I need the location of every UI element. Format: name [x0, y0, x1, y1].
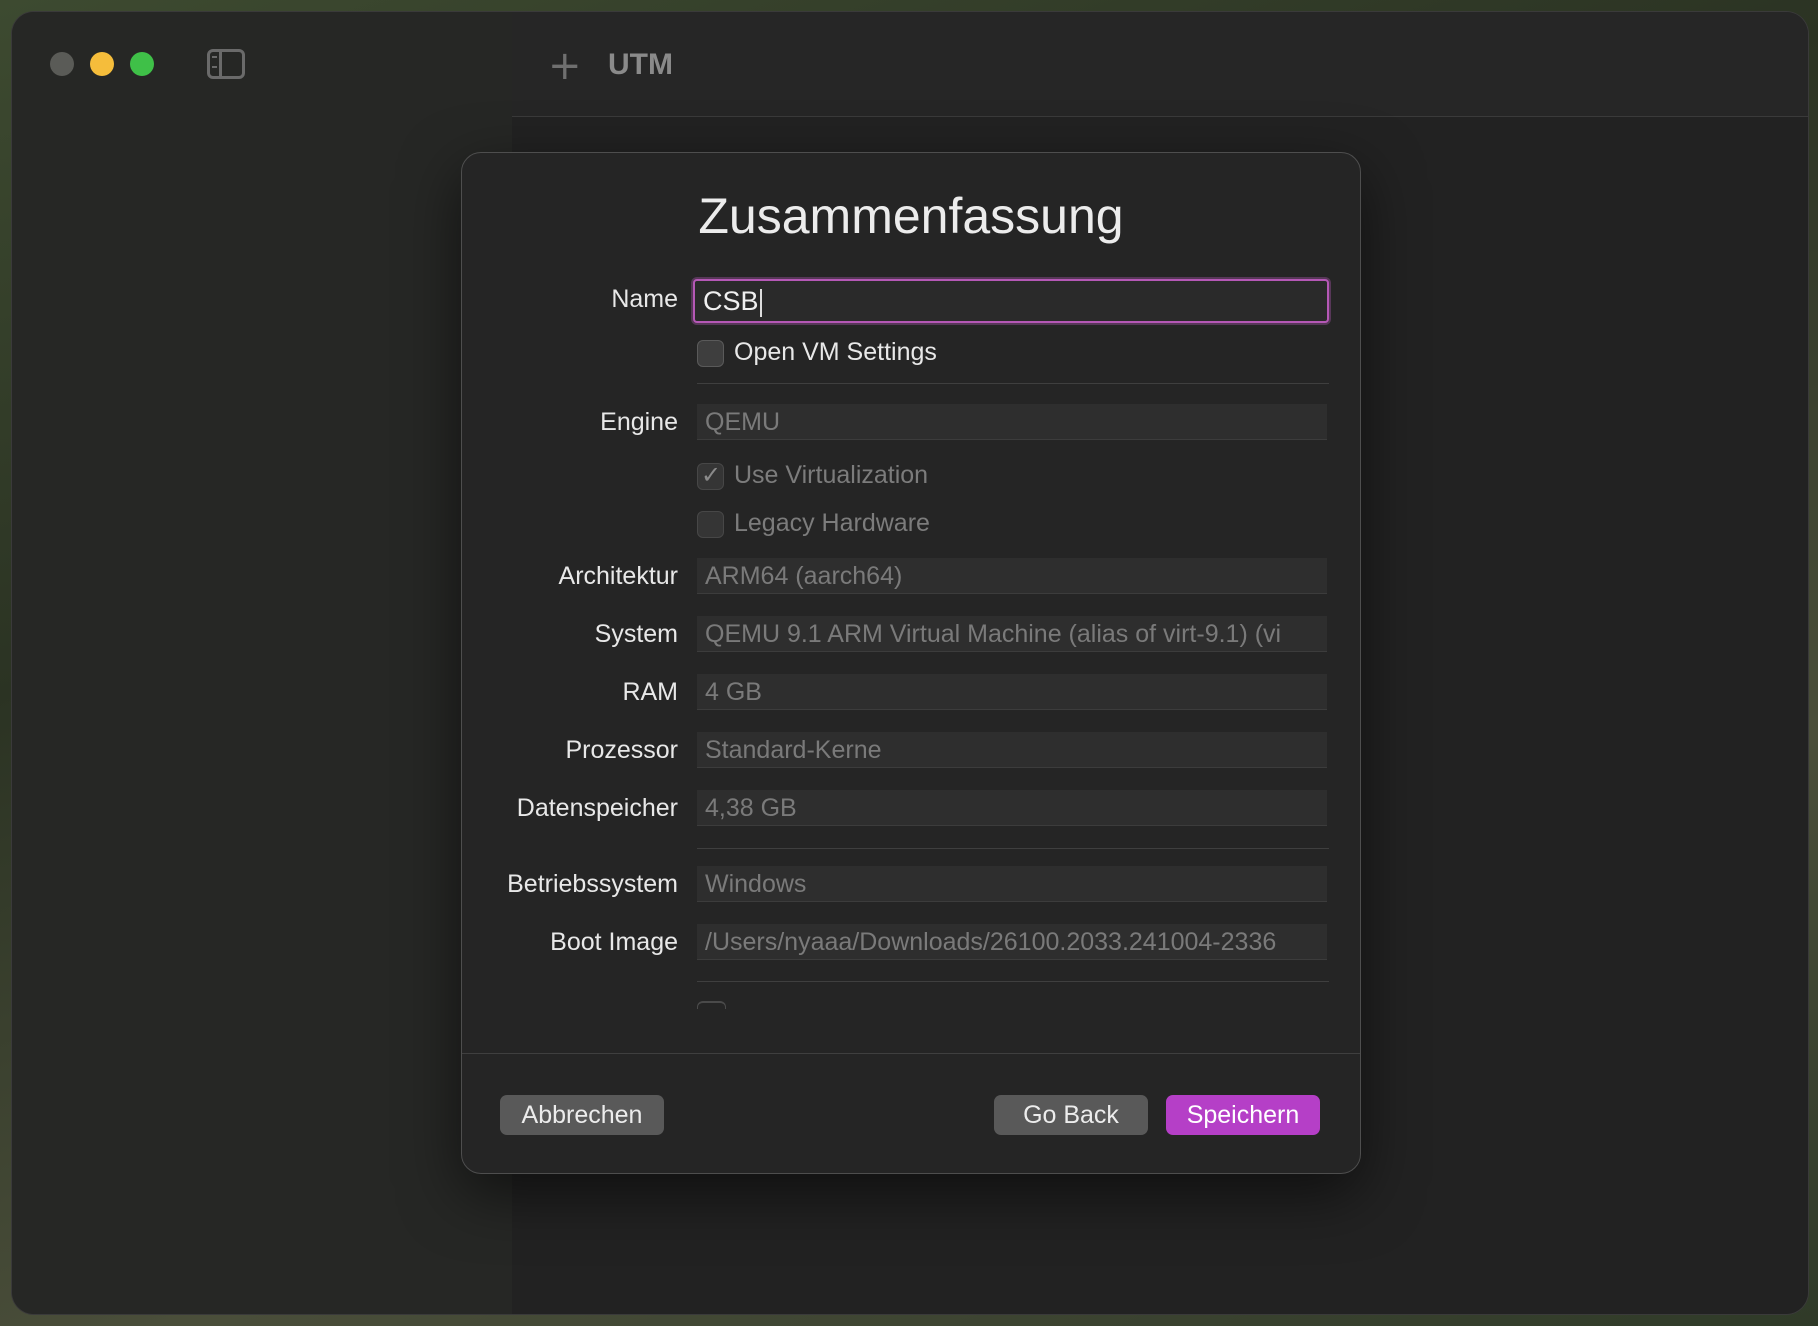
name-label: Name — [611, 285, 678, 313]
name-input[interactable]: CSB — [693, 279, 1329, 323]
app-title: UTM — [608, 48, 673, 81]
sidebar-toggle-icon[interactable] — [207, 49, 245, 79]
architecture-label: Architektur — [558, 562, 678, 590]
sidebar — [12, 12, 513, 1314]
storage-field: 4,38 GB — [697, 790, 1327, 826]
engine-field: QEMU — [697, 404, 1327, 440]
minimize-window-button[interactable] — [90, 52, 114, 76]
window-controls — [50, 52, 154, 76]
go-back-button[interactable]: Go Back — [994, 1095, 1148, 1135]
name-input-value: CSB — [703, 286, 759, 316]
open-vm-settings-label[interactable]: Open VM Settings — [734, 338, 937, 367]
text-caret — [759, 288, 762, 317]
use-virtualization-checkbox: ✓ — [697, 462, 724, 490]
system-label: System — [594, 620, 678, 648]
checkmark-icon: ✓ — [701, 462, 722, 489]
divider — [697, 383, 1329, 384]
boot-image-field: /Users/nyaaa/Downloads/26100.2033.241004… — [697, 924, 1327, 960]
ram-field: 4 GB — [697, 674, 1327, 710]
close-window-button[interactable] — [50, 52, 74, 76]
clipped-checkbox — [697, 1001, 726, 1009]
engine-label: Engine — [600, 408, 678, 436]
legacy-hardware-checkbox — [697, 511, 724, 538]
open-vm-settings-checkbox[interactable] — [697, 340, 724, 367]
use-virtualization-label: Use Virtualization — [734, 461, 929, 489]
storage-label: Datenspeicher — [516, 794, 678, 822]
add-vm-icon[interactable]: + — [548, 46, 582, 86]
ram-label: RAM — [622, 678, 678, 706]
system-field: QEMU 9.1 ARM Virtual Machine (alias of v… — [697, 616, 1327, 652]
summary-dialog: Zusammenfassung Name CSB Open VM Setting… — [461, 152, 1361, 1174]
architecture-field: ARM64 (aarch64) — [697, 558, 1327, 594]
divider — [697, 848, 1329, 849]
os-label: Betriebssystem — [507, 870, 678, 898]
zoom-window-button[interactable] — [130, 52, 154, 76]
toolbar: + UTM — [512, 12, 1808, 117]
dialog-title: Zusammenfassung — [698, 188, 1124, 244]
divider — [697, 981, 1329, 982]
boot-image-label: Boot Image — [550, 928, 678, 956]
footer-divider — [462, 1053, 1360, 1054]
legacy-hardware-label: Legacy Hardware — [734, 509, 930, 537]
save-button[interactable]: Speichern — [1166, 1095, 1320, 1135]
cancel-button[interactable]: Abbrechen — [500, 1095, 664, 1135]
os-field: Windows — [697, 866, 1327, 902]
processor-field: Standard-Kerne — [697, 732, 1327, 768]
processor-label: Prozessor — [565, 736, 678, 764]
